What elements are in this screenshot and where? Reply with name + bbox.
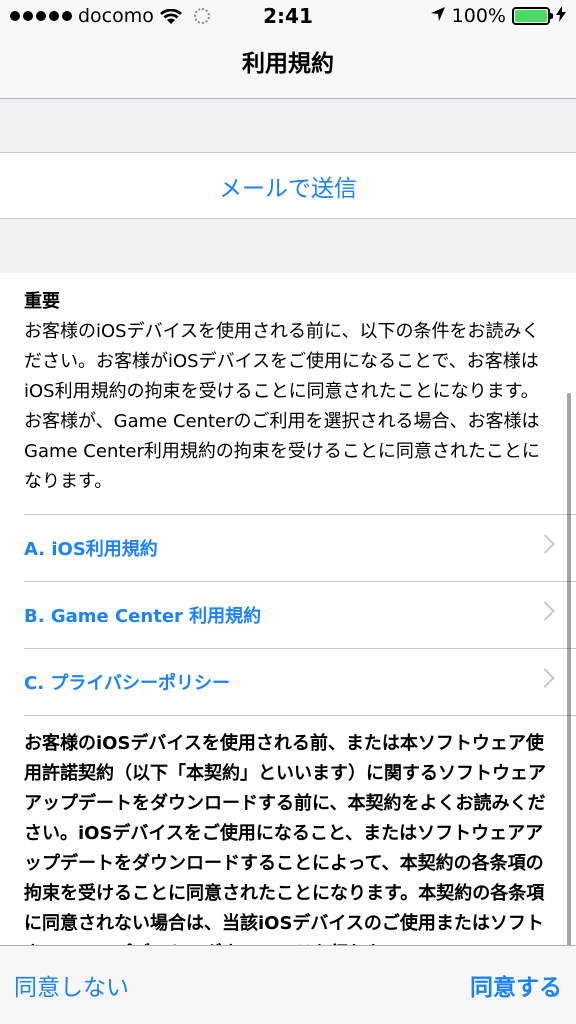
page-title: 利用規約 — [242, 51, 334, 77]
screen: docomo 2:41 100% 利用規約 メールで送信 重要 お客様のiOSデ… — [0, 0, 576, 1024]
link-game-center-terms[interactable]: B. Game Center 利用規約 — [24, 581, 576, 648]
battery-level — [515, 10, 547, 22]
chevron-right-icon — [535, 534, 555, 554]
top-bar: docomo 2:41 100% 利用規約 — [0, 0, 576, 99]
important-heading: 重要 — [24, 291, 60, 312]
status-bar: docomo 2:41 100% — [0, 0, 576, 36]
chevron-right-icon — [535, 601, 555, 621]
scrollbar[interactable] — [567, 393, 571, 946]
terms-content[interactable]: 重要 お客様のiOSデバイスを使用される前に、以下の条件をお読みください。お客様… — [0, 273, 576, 946]
link-ios-terms[interactable]: A. iOS利用規約 — [24, 514, 576, 581]
divider — [24, 715, 576, 716]
bottom-toolbar: 同意しない 同意する — [0, 945, 576, 1024]
location-arrow-icon — [430, 5, 446, 27]
charging-bolt-icon — [556, 5, 566, 27]
send-email-button[interactable]: メールで送信 — [0, 153, 576, 218]
intro-paragraph: お客様のiOSデバイスを使用される前に、以下の条件をお読みください。お客様がiO… — [24, 321, 540, 492]
battery-percent: 100% — [451, 5, 506, 27]
link-label: B. Game Center 利用規約 — [24, 606, 262, 627]
link-label: A. iOS利用規約 — [24, 539, 158, 560]
status-right: 100% — [430, 5, 566, 27]
section-spacer — [0, 99, 576, 153]
link-privacy-policy[interactable]: C. プライバシーポリシー — [24, 648, 576, 715]
agree-button[interactable]: 同意する — [470, 968, 562, 1002]
license-paragraph: お客様のiOSデバイスを使用される前、または本ソフトウェア使用許諾契約（以下「本… — [24, 733, 546, 946]
battery-icon — [512, 7, 553, 25]
disagree-button[interactable]: 同意しない — [14, 968, 129, 1002]
link-label: C. プライバシーポリシー — [24, 673, 230, 694]
section-spacer — [0, 218, 576, 274]
chevron-right-icon — [535, 668, 555, 688]
